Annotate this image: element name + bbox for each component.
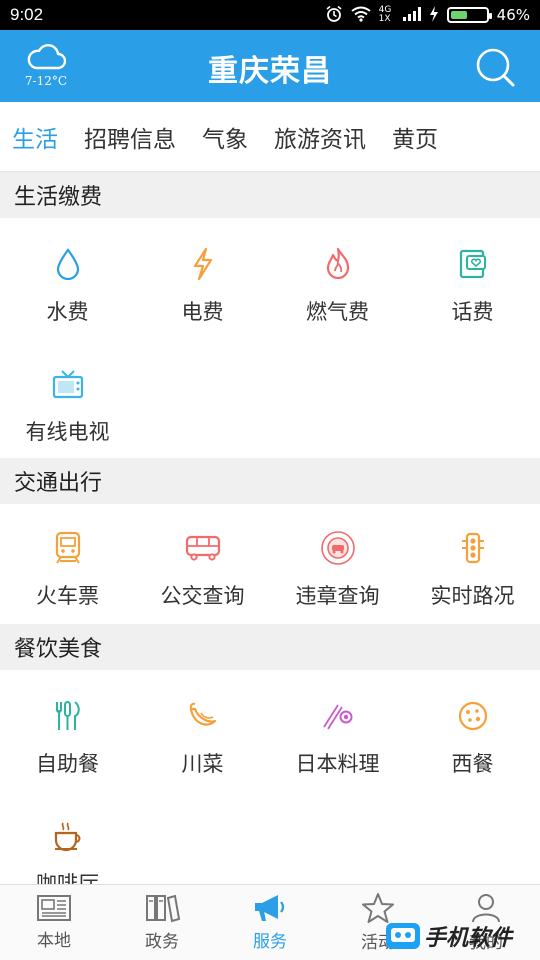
- search-button[interactable]: [474, 46, 516, 88]
- battery-icon: [446, 7, 492, 23]
- service-label: 话费: [451, 300, 494, 324]
- service-label: 燃气费: [306, 300, 369, 324]
- service-item-electricity[interactable]: 电费: [135, 218, 270, 338]
- nav-label: 服务: [253, 932, 287, 952]
- service-item-phone-bill[interactable]: 话费: [405, 218, 540, 338]
- tv-icon: [50, 366, 86, 402]
- newspaper-icon: [37, 895, 71, 921]
- service-item-violation[interactable]: 违章查询: [270, 504, 405, 624]
- service-label: 日本料理: [295, 752, 380, 776]
- nav-label: 政务: [145, 932, 179, 952]
- network-label: 4G 1X: [378, 5, 392, 24]
- service-content: 生活缴费 水费 电费 燃气费 话费 有线电视 交通出行 火车票 公交查询 违章查…: [0, 172, 540, 884]
- flame-icon: [320, 246, 356, 282]
- tab-travel[interactable]: 旅游资讯: [274, 114, 366, 160]
- service-label: 咖啡厅: [36, 872, 99, 884]
- service-label: 电费: [181, 300, 224, 324]
- food-grid: 自助餐 川菜 日本料理 西餐 咖啡厅: [0, 670, 540, 884]
- section-title-bills: 生活缴费: [0, 172, 540, 218]
- service-label: 违章查询: [295, 584, 380, 608]
- alarm-icon: [325, 5, 343, 26]
- service-label: 公交查询: [160, 584, 245, 608]
- service-label: 有线电视: [25, 420, 110, 444]
- traffic-light-icon: [455, 530, 491, 566]
- section-title-transport: 交通出行: [0, 458, 540, 504]
- app-header: 7-12°C 重庆荣昌: [0, 30, 540, 102]
- tab-life[interactable]: 生活: [12, 114, 58, 175]
- service-item-japanese[interactable]: 日本料理: [270, 670, 405, 790]
- cookie-icon: [455, 698, 491, 734]
- cutlery-icon: [50, 698, 86, 734]
- nav-government[interactable]: 政务: [108, 885, 216, 960]
- category-tabs: 生活 招聘信息 气象 旅游资讯 黄页: [0, 102, 540, 175]
- service-label: 自助餐: [36, 752, 99, 776]
- train-icon: [50, 530, 86, 566]
- battery-level: [450, 11, 467, 19]
- status-icons: 4G 1X 46%: [325, 5, 530, 26]
- watermark-badge: [386, 923, 420, 949]
- service-item-traffic[interactable]: 实时路况: [405, 504, 540, 624]
- water-drop-icon: [50, 246, 86, 282]
- service-item-cable-tv[interactable]: 有线电视: [0, 338, 135, 458]
- service-item-cafe[interactable]: 咖啡厅: [0, 790, 135, 884]
- traffic-violation-icon: [320, 530, 356, 566]
- section-title-food: 餐饮美食: [0, 624, 540, 670]
- search-icon: [476, 48, 515, 87]
- service-item-buffet[interactable]: 自助餐: [0, 670, 135, 790]
- bus-icon: [185, 530, 221, 566]
- status-bar: 9:02 4G 1X 46%: [0, 0, 540, 30]
- coffee-icon: [50, 818, 86, 854]
- signal-icon: [402, 6, 421, 24]
- tab-jobs[interactable]: 招聘信息: [84, 114, 176, 160]
- pepper-icon: [185, 698, 221, 734]
- service-item-gas[interactable]: 燃气费: [270, 218, 405, 338]
- charging-icon: [429, 5, 439, 25]
- service-label: 水费: [46, 300, 89, 324]
- service-item-water[interactable]: 水费: [0, 218, 135, 338]
- phone-bill-icon: [455, 246, 491, 282]
- app-title: 重庆荣昌: [208, 54, 332, 89]
- battery-percent: 46%: [496, 6, 530, 24]
- nav-label: 本地: [37, 931, 71, 951]
- service-label: 川菜: [181, 752, 224, 776]
- transport-grid: 火车票 公交查询 违章查询 实时路况: [0, 504, 540, 624]
- service-label: 火车票: [36, 584, 99, 608]
- service-item-sichuan[interactable]: 川菜: [135, 670, 270, 790]
- nav-services[interactable]: 服务: [216, 885, 324, 960]
- service-item-western[interactable]: 西餐: [405, 670, 540, 790]
- service-item-train[interactable]: 火车票: [0, 504, 135, 624]
- lightning-icon: [185, 246, 221, 282]
- service-label: 实时路况: [430, 584, 515, 608]
- sushi-icon: [320, 698, 356, 734]
- watermark-text: 手机软件: [424, 926, 513, 951]
- tab-yellow-pages[interactable]: 黄页: [392, 114, 438, 160]
- tab-weather[interactable]: 气象: [202, 114, 248, 160]
- service-label: 西餐: [451, 752, 494, 776]
- books-icon: [146, 894, 180, 923]
- wifi-icon: [351, 6, 371, 25]
- megaphone-icon: [255, 895, 285, 921]
- service-item-bus[interactable]: 公交查询: [135, 504, 270, 624]
- status-time: 9:02: [10, 5, 44, 24]
- bills-grid: 水费 电费 燃气费 话费 有线电视: [0, 218, 540, 458]
- watermark-overlay: 手机软件: [386, 918, 536, 954]
- nav-local[interactable]: 本地: [0, 885, 108, 960]
